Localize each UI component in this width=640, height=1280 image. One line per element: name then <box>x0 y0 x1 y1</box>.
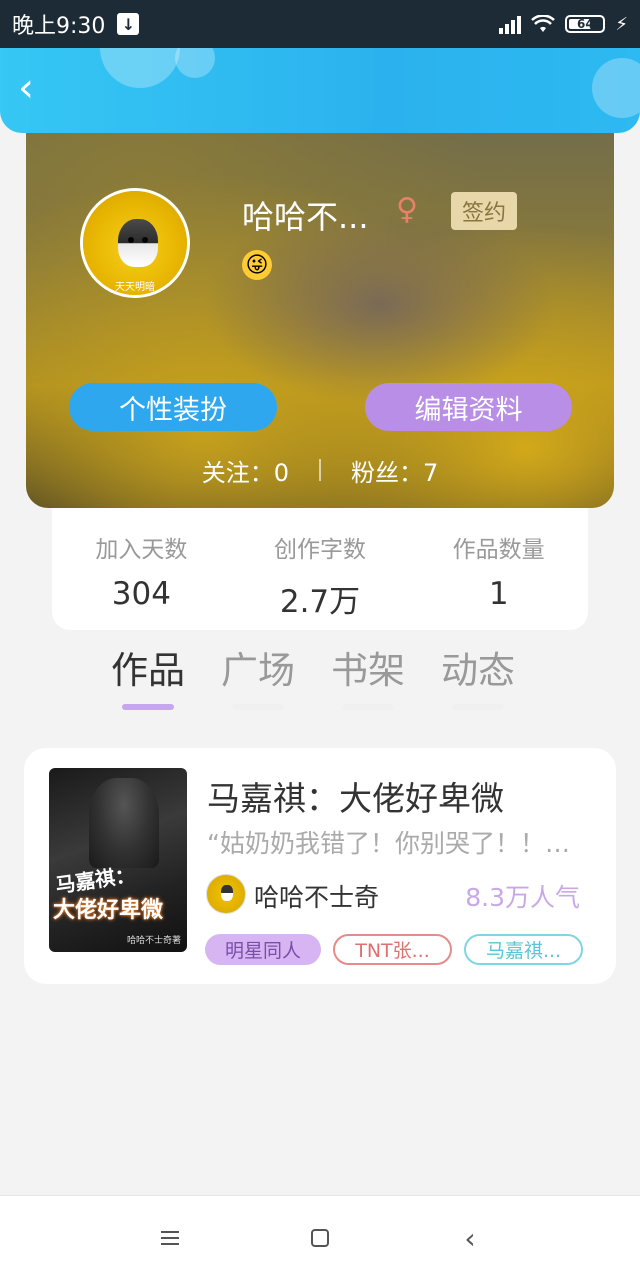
back-button[interactable]: ‹ <box>18 68 58 110</box>
charging-icon: ⚡ <box>615 13 628 35</box>
tag-ma-jiaqi[interactable]: 马嘉祺... <box>464 934 583 965</box>
tab-underline <box>342 704 394 710</box>
divider <box>319 459 321 481</box>
cover-title-line2: 大佬好卑微 <box>53 898 164 923</box>
cover-author: 哈哈不士奇著 <box>126 936 181 946</box>
profile-card: 天天明暗 哈哈不... ♀ 签约 😜 个性装扮 编辑资料 关注：0 粉丝：7 <box>26 100 614 508</box>
tab-bookshelf[interactable]: 书架 <box>330 640 406 720</box>
tab-plaza[interactable]: 广场 <box>220 640 296 720</box>
following-count[interactable]: 关注：0 <box>202 453 289 488</box>
home-button[interactable] <box>300 1218 340 1258</box>
tab-bar: 作品 广场 书架 动态 <box>110 640 516 720</box>
stat-join-days: 加入天数 304 <box>52 530 231 630</box>
home-icon <box>311 1229 329 1247</box>
stats-card: 加入天数 304 创作字数 2.7万 作品数量 1 <box>52 508 588 630</box>
author-name: 哈哈不士奇 <box>254 883 380 912</box>
tab-underline <box>122 704 174 710</box>
avatar-watermark: 天天明暗 <box>115 282 155 293</box>
emoji-icon: 😜 <box>242 250 272 280</box>
status-icons: 64 ⚡ <box>499 14 628 35</box>
author-avatar <box>206 874 246 914</box>
tab-label: 书架 <box>331 649 405 692</box>
stat-work-count: 作品数量 1 <box>409 530 588 630</box>
stat-value: 304 <box>111 576 171 612</box>
tab-label: 作品 <box>111 649 185 692</box>
work-excerpt: “姑奶奶我错了！你别哭了！！… <box>207 829 570 858</box>
decorative-bubble <box>592 58 640 118</box>
follow-stats: 关注：0 粉丝：7 <box>26 450 614 490</box>
popularity: 8.3万人气 <box>465 883 580 912</box>
menu-button[interactable] <box>150 1218 190 1258</box>
tab-label: 广场 <box>221 649 295 692</box>
stat-label: 作品数量 <box>452 537 545 563</box>
signal-icon <box>499 14 522 34</box>
menu-icon <box>161 1231 179 1245</box>
tab-underline <box>452 704 504 710</box>
stat-word-count: 创作字数 2.7万 <box>231 530 410 630</box>
tab-label: 动态 <box>441 649 515 692</box>
avatar[interactable]: 天天明暗 <box>80 188 190 298</box>
tab-underline <box>232 704 284 710</box>
decorate-button[interactable]: 个性装扮 <box>69 383 277 431</box>
decorative-bubble <box>175 48 215 78</box>
app-header: ‹ <box>0 48 640 133</box>
system-nav-bar: ‹ <box>0 1195 640 1280</box>
signed-badge: 签约 <box>451 192 517 230</box>
battery-icon: 64 <box>565 15 606 33</box>
female-icon: ♀ <box>396 192 418 227</box>
work-title[interactable]: 马嘉祺：大佬好卑微 <box>207 772 504 820</box>
followers-count[interactable]: 粉丝：7 <box>351 453 438 488</box>
username: 哈哈不... <box>242 198 369 236</box>
wifi-icon <box>531 15 556 32</box>
tag-tnt[interactable]: TNT张... <box>333 934 452 965</box>
back-icon: ‹ <box>464 1221 476 1255</box>
decorative-bubble <box>100 48 180 88</box>
tab-activity[interactable]: 动态 <box>440 640 516 720</box>
download-icon: ↓ <box>117 13 140 35</box>
stat-label: 加入天数 <box>95 537 188 563</box>
book-cover[interactable]: 马嘉祺： 大佬好卑微 哈哈不士奇著 <box>49 768 187 952</box>
status-bar: 晚上9:30 ↓ 64 ⚡ <box>0 0 640 48</box>
stat-value: 2.7万 <box>279 584 361 620</box>
status-time: 晚上9:30 <box>12 14 106 39</box>
stat-value: 1 <box>488 576 509 612</box>
tab-works[interactable]: 作品 <box>110 640 186 720</box>
work-card[interactable]: 马嘉祺： 大佬好卑微 哈哈不士奇著 马嘉祺：大佬好卑微 “姑奶奶我错了！你别哭了… <box>24 748 616 984</box>
tag-celebrity-fanfic[interactable]: 明星同人 <box>205 934 321 965</box>
stat-label: 创作字数 <box>274 537 366 563</box>
back-nav-button[interactable]: ‹ <box>450 1218 490 1258</box>
edit-profile-button[interactable]: 编辑资料 <box>365 383 572 431</box>
battery-level: 64 <box>577 17 594 31</box>
